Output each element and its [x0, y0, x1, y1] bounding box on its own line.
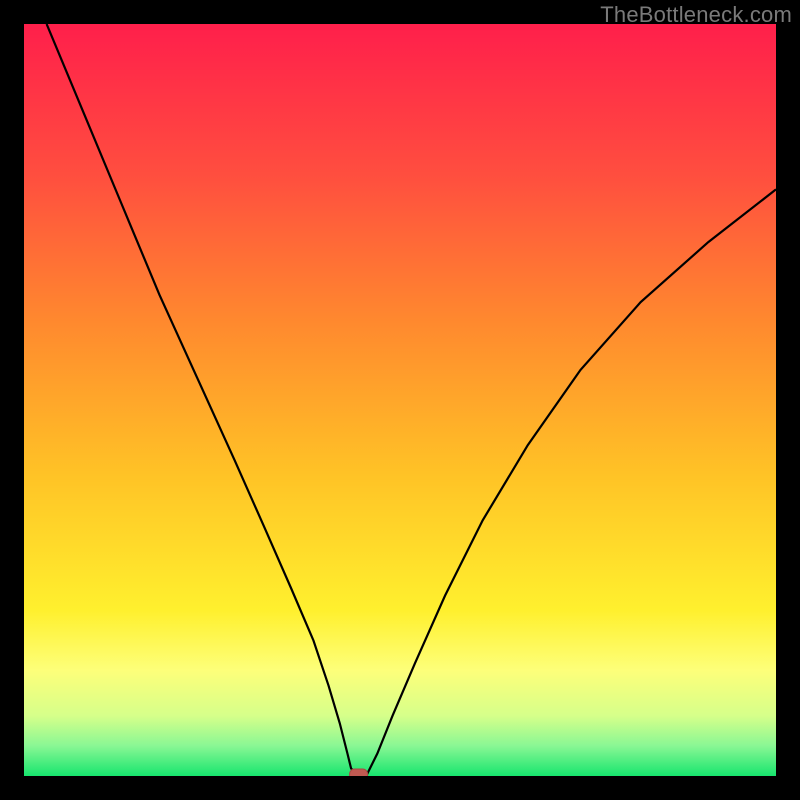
bottleneck-plot: [24, 24, 776, 776]
gradient-background: [24, 24, 776, 776]
optimal-point-marker: [350, 769, 368, 776]
chart-frame: [24, 24, 776, 776]
watermark-label: TheBottleneck.com: [600, 2, 792, 28]
